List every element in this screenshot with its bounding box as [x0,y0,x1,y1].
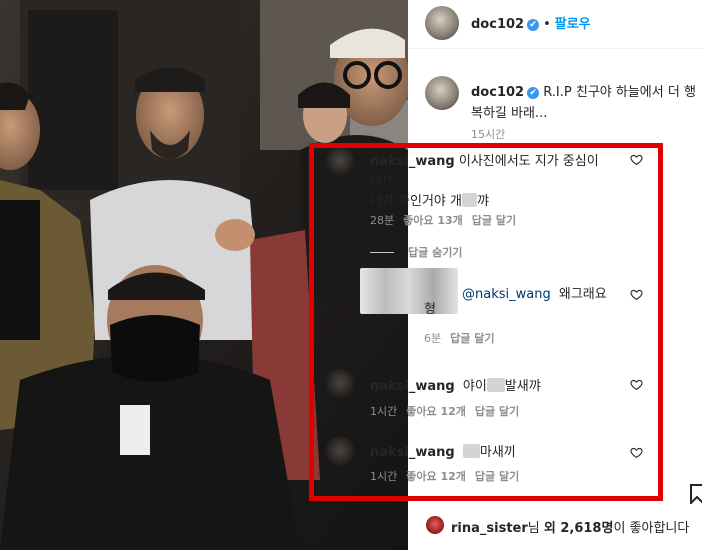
caption-text-2: 복하길 바래... [471,106,548,121]
caption-text-1: R.I.P 친구야 하늘에서 더 행 [543,85,696,100]
header-divider [408,48,702,49]
post-header: doc102 ✔ • 팔로우 [471,13,591,32]
caption-time: 15시간 [471,128,506,141]
verified-badge-icon: ✔ [527,87,540,99]
liker-avatar[interactable] [426,516,444,534]
caption-line-1: doc102 ✔ R.I.P 친구야 하늘에서 더 행 [471,81,696,100]
verified-badge-icon: ✔ [527,19,540,31]
caption-username[interactable]: doc102 [471,85,524,100]
highlight-box [309,143,663,501]
likes-text: 님 [527,521,544,536]
liker-username[interactable]: rina_sister [451,521,528,536]
header-separator: • [543,17,551,32]
caption-avatar[interactable] [425,76,459,110]
header-avatar[interactable] [425,6,459,40]
likes-text: 이 좋아합니다 [613,521,690,536]
likes-count[interactable]: 외 2,618명 [544,521,614,536]
follow-button[interactable]: 팔로우 [555,17,591,32]
bookmark-icon[interactable] [690,484,702,504]
header-username[interactable]: doc102 [471,17,524,32]
likes-summary: rina_sister님 외 2,618명이 좋아합니다 [451,517,689,536]
